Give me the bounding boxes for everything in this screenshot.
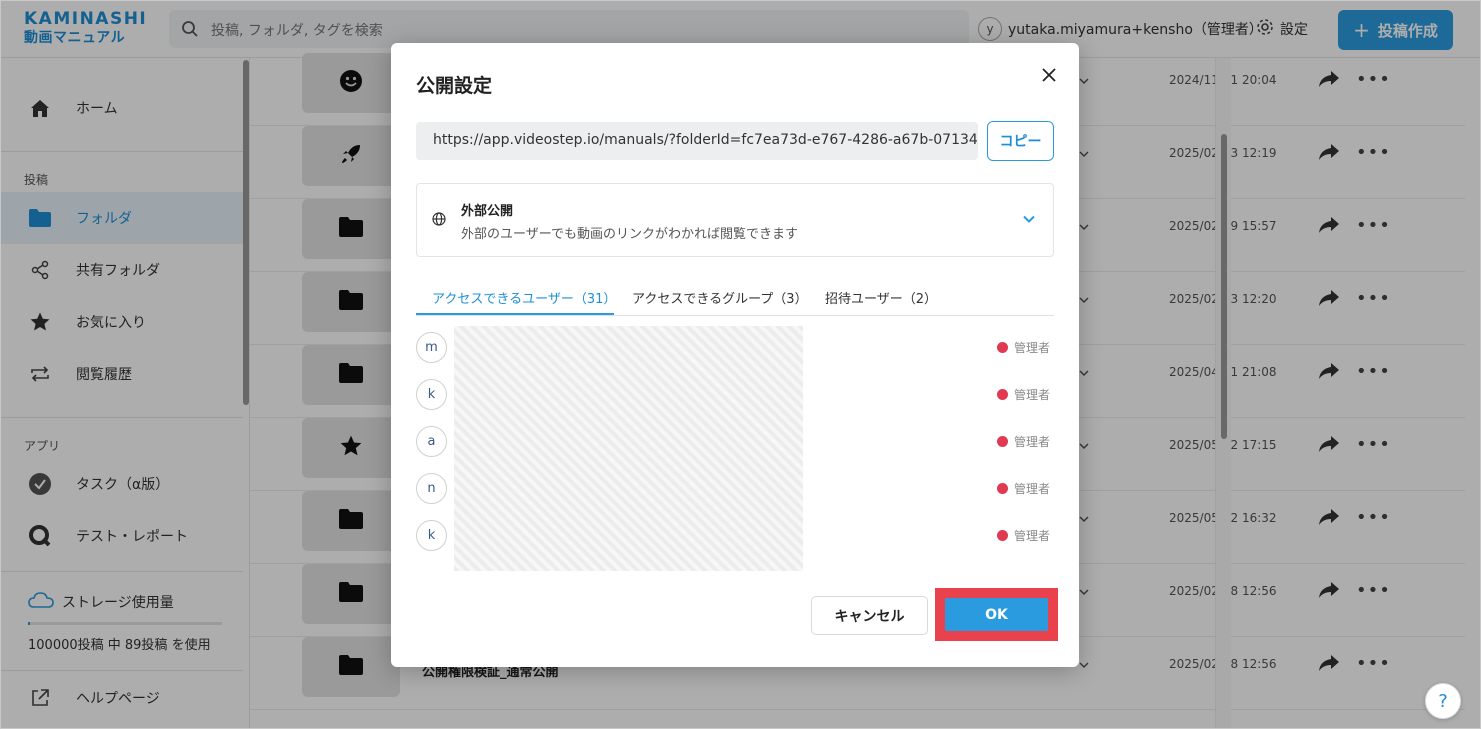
role-status-dot: [997, 342, 1008, 353]
user-row: k 管理者: [416, 366, 1054, 413]
redacted-user-info: [456, 366, 802, 413]
role-label: 管理者: [1014, 435, 1051, 449]
role-badge: 管理者: [997, 386, 1050, 403]
role-label: 管理者: [1014, 482, 1051, 496]
close-icon[interactable]: [1039, 65, 1059, 85]
help-button[interactable]: ?: [1425, 683, 1461, 719]
user-avatar: n: [416, 473, 447, 504]
role-status-dot: [997, 389, 1008, 400]
role-badge: 管理者: [997, 433, 1050, 450]
user-row: k 管理者: [416, 507, 1054, 554]
redacted-user-info: [456, 413, 802, 460]
tab-invited-users[interactable]: 招待ユーザー（2）: [825, 288, 937, 307]
role-badge: 管理者: [997, 527, 1050, 544]
role-status-dot: [997, 483, 1008, 494]
user-avatar: k: [416, 520, 447, 551]
role-status-dot: [997, 436, 1008, 447]
tab-access-groups[interactable]: アクセスできるグループ（3）: [632, 288, 808, 307]
cancel-button[interactable]: キャンセル: [811, 596, 928, 635]
user-avatar: a: [416, 426, 447, 457]
role-label: 管理者: [1014, 529, 1051, 543]
tab-access-users[interactable]: アクセスできるユーザー（31）: [432, 288, 616, 307]
role-status-dot: [997, 530, 1008, 541]
redacted-user-info: [456, 460, 802, 507]
user-avatar: k: [416, 379, 447, 410]
publish-settings-dialog: 公開設定 https://app.videostep.io/manuals/?f…: [391, 43, 1079, 667]
role-label: 管理者: [1014, 341, 1051, 355]
ok-button[interactable]: OK: [945, 598, 1048, 631]
visibility-title: 外部公開: [461, 204, 514, 219]
user-row: m 管理者: [416, 326, 1054, 366]
visibility-description: 外部のユーザーでも動画のリンクがわかれば閲覧できます: [461, 227, 798, 242]
globe-icon: [432, 211, 446, 230]
user-row: a 管理者: [416, 413, 1054, 460]
user-row: n 管理者: [416, 460, 1054, 507]
redacted-user-info: [456, 326, 802, 366]
role-label: 管理者: [1014, 388, 1051, 402]
copy-button[interactable]: コピー: [987, 121, 1054, 161]
chevron-down-icon: [1021, 211, 1037, 231]
visibility-select[interactable]: 外部公開 外部のユーザーでも動画のリンクがわかれば閲覧できます: [416, 183, 1054, 257]
active-tab-indicator: [416, 313, 614, 315]
role-badge: 管理者: [997, 480, 1050, 497]
user-avatar: m: [416, 332, 447, 363]
redacted-user-info: [456, 507, 802, 554]
access-tabs: アクセスできるユーザー（31） アクセスできるグループ（3） 招待ユーザー（2）: [416, 281, 1054, 316]
user-list: m 管理者 k 管理者 a 管理者 n 管理者 k 管理者: [416, 326, 1054, 571]
role-badge: 管理者: [997, 339, 1050, 356]
dialog-title: 公開設定: [416, 75, 493, 97]
share-url-field[interactable]: https://app.videostep.io/manuals/?folder…: [416, 122, 978, 160]
